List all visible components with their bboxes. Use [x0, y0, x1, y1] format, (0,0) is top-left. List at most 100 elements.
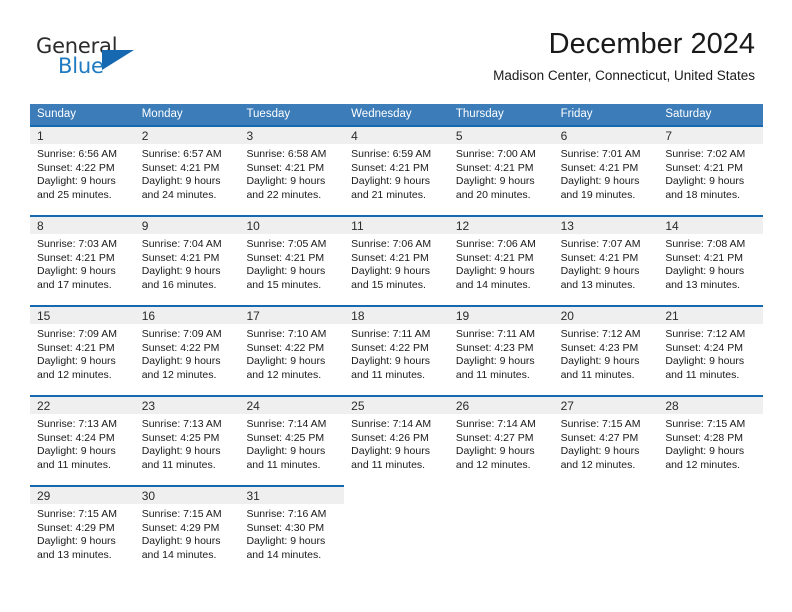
day-details: Sunrise: 6:59 AM Sunset: 4:21 PM Dayligh…: [344, 144, 449, 215]
daylight-text-line1: Daylight: 9 hours: [246, 355, 326, 367]
day-details: [658, 504, 763, 564]
day-details: Sunrise: 7:05 AM Sunset: 4:21 PM Dayligh…: [239, 234, 345, 305]
day-number-band: 30: [134, 485, 240, 504]
day-number-band: 25: [344, 395, 449, 414]
daylight-text-line1: Daylight: 9 hours: [37, 265, 116, 277]
day-details: Sunrise: 7:15 AM Sunset: 4:29 PM Dayligh…: [30, 504, 135, 564]
sunrise-text: Sunrise: 7:04 AM: [141, 238, 222, 250]
day-cell[interactable]: 6 Sunrise: 7:01 AM Sunset: 4:21 PM Dayli…: [553, 125, 659, 215]
day-details: Sunrise: 7:08 AM Sunset: 4:21 PM Dayligh…: [658, 234, 764, 305]
day-cell[interactable]: 9 Sunrise: 7:04 AM Sunset: 4:21 PM Dayli…: [134, 215, 240, 305]
daylight-text-line2: and 13 minutes.: [560, 278, 636, 291]
day-cell[interactable]: 14 Sunrise: 7:08 AM Sunset: 4:21 PM Dayl…: [658, 215, 764, 305]
day-cell[interactable]: 16 Sunrise: 7:09 AM Sunset: 4:22 PM Dayl…: [134, 305, 240, 395]
day-cell[interactable]: 29 Sunrise: 7:15 AM Sunset: 4:29 PM Dayl…: [30, 485, 135, 564]
day-number-band: 18: [344, 305, 449, 324]
sunrise-text: Sunrise: 7:09 AM: [37, 328, 117, 340]
weekday-header-row: Sunday Monday Tuesday Wednesday Thursday…: [30, 104, 763, 125]
daylight-text-line1: Daylight: 9 hours: [560, 265, 640, 277]
day-number-band: 12: [448, 215, 554, 234]
day-number-band: 21: [658, 305, 764, 324]
day-cell[interactable]: 7 Sunrise: 7:02 AM Sunset: 4:21 PM Dayli…: [658, 125, 764, 215]
day-cell[interactable]: 30 Sunrise: 7:15 AM Sunset: 4:29 PM Dayl…: [134, 485, 240, 564]
day-cell[interactable]: 25 Sunrise: 7:14 AM Sunset: 4:26 PM Dayl…: [344, 395, 449, 485]
day-cell-empty: [554, 485, 659, 564]
weekday-header-sunday: Sunday: [37, 108, 77, 120]
daylight-text-line1: Daylight: 9 hours: [560, 175, 640, 187]
sunset-text: Sunset: 4:24 PM: [665, 341, 743, 354]
day-details: Sunrise: 7:16 AM Sunset: 4:30 PM Dayligh…: [239, 504, 345, 564]
daylight-text-line1: Daylight: 9 hours: [246, 265, 326, 277]
day-cell[interactable]: 4 Sunrise: 6:59 AM Sunset: 4:21 PM Dayli…: [344, 125, 449, 215]
daylight-text-line1: Daylight: 9 hours: [37, 445, 116, 457]
sunset-text: Sunset: 4:21 PM: [351, 251, 429, 264]
daylight-text-line2: and 24 minutes.: [141, 188, 217, 201]
day-details: Sunrise: 7:15 AM Sunset: 4:27 PM Dayligh…: [553, 414, 659, 485]
location-subtitle: Madison Center, Connecticut, United Stat…: [493, 68, 755, 84]
daylight-text-line2: and 12 minutes.: [246, 368, 322, 381]
day-cell[interactable]: 28 Sunrise: 7:15 AM Sunset: 4:28 PM Dayl…: [658, 395, 764, 485]
daylight-text-line2: and 16 minutes.: [141, 278, 217, 291]
day-cell[interactable]: 1 Sunrise: 6:56 AM Sunset: 4:22 PM Dayli…: [30, 125, 135, 215]
sunrise-text: Sunrise: 7:16 AM: [246, 508, 327, 520]
day-cell-empty: [344, 485, 449, 564]
day-cell[interactable]: 5 Sunrise: 7:00 AM Sunset: 4:21 PM Dayli…: [448, 125, 554, 215]
day-cell[interactable]: 13 Sunrise: 7:07 AM Sunset: 4:21 PM Dayl…: [553, 215, 659, 305]
day-cell[interactable]: 31 Sunrise: 7:16 AM Sunset: 4:30 PM Dayl…: [239, 485, 345, 564]
sunset-text: Sunset: 4:21 PM: [665, 161, 743, 174]
page-title: December 2024: [548, 28, 755, 60]
day-cell[interactable]: 22 Sunrise: 7:13 AM Sunset: 4:24 PM Dayl…: [30, 395, 135, 485]
day-number-band: 5: [448, 125, 554, 144]
day-cell[interactable]: 20 Sunrise: 7:12 AM Sunset: 4:23 PM Dayl…: [553, 305, 659, 395]
daylight-text-line1: Daylight: 9 hours: [351, 265, 430, 277]
day-cell[interactable]: 21 Sunrise: 7:12 AM Sunset: 4:24 PM Dayl…: [658, 305, 764, 395]
daylight-text-line1: Daylight: 9 hours: [37, 355, 116, 367]
sunrise-text: Sunrise: 7:15 AM: [37, 508, 117, 520]
day-cell[interactable]: 15 Sunrise: 7:09 AM Sunset: 4:21 PM Dayl…: [30, 305, 135, 395]
day-cell[interactable]: 8 Sunrise: 7:03 AM Sunset: 4:21 PM Dayli…: [30, 215, 135, 305]
day-details: Sunrise: 7:07 AM Sunset: 4:21 PM Dayligh…: [553, 234, 659, 305]
day-number-band: 13: [553, 215, 659, 234]
general-blue-logo[interactable]: General Blue: [36, 36, 146, 82]
sunrise-text: Sunrise: 7:07 AM: [560, 238, 641, 250]
day-details: Sunrise: 7:14 AM Sunset: 4:26 PM Dayligh…: [344, 414, 449, 485]
daylight-text-line2: and 14 minutes.: [246, 548, 322, 561]
day-number-band: 4: [344, 125, 449, 144]
calendar-page: General Blue December 2024 Madison Cente…: [0, 0, 792, 612]
day-cell[interactable]: 23 Sunrise: 7:13 AM Sunset: 4:25 PM Dayl…: [134, 395, 240, 485]
sunset-text: Sunset: 4:22 PM: [141, 341, 220, 354]
day-details: Sunrise: 7:09 AM Sunset: 4:21 PM Dayligh…: [30, 324, 135, 395]
day-cell[interactable]: 2 Sunrise: 6:57 AM Sunset: 4:21 PM Dayli…: [134, 125, 240, 215]
day-cell[interactable]: 27 Sunrise: 7:15 AM Sunset: 4:27 PM Dayl…: [553, 395, 659, 485]
day-cell[interactable]: 12 Sunrise: 7:06 AM Sunset: 4:21 PM Dayl…: [448, 215, 554, 305]
daylight-text-line1: Daylight: 9 hours: [37, 535, 116, 547]
day-details: Sunrise: 7:04 AM Sunset: 4:21 PM Dayligh…: [134, 234, 240, 305]
day-cell[interactable]: 19 Sunrise: 7:11 AM Sunset: 4:23 PM Dayl…: [448, 305, 554, 395]
day-number-band: 31: [239, 485, 345, 504]
sunrise-text: Sunrise: 7:06 AM: [455, 238, 536, 250]
daylight-text-line2: and 12 minutes.: [455, 458, 531, 471]
day-details: Sunrise: 7:15 AM Sunset: 4:29 PM Dayligh…: [134, 504, 240, 564]
day-cell[interactable]: 10 Sunrise: 7:05 AM Sunset: 4:21 PM Dayl…: [239, 215, 345, 305]
daylight-text-line2: and 20 minutes.: [455, 188, 531, 201]
day-cell[interactable]: 17 Sunrise: 7:10 AM Sunset: 4:22 PM Dayl…: [239, 305, 345, 395]
day-cell[interactable]: 24 Sunrise: 7:14 AM Sunset: 4:25 PM Dayl…: [239, 395, 345, 485]
day-cell[interactable]: 3 Sunrise: 6:58 AM Sunset: 4:21 PM Dayli…: [239, 125, 345, 215]
weekday-header-saturday: Saturday: [665, 108, 712, 120]
sunset-text: Sunset: 4:23 PM: [455, 341, 534, 354]
day-details: [554, 504, 659, 564]
sunrise-text: Sunrise: 7:15 AM: [141, 508, 222, 520]
day-cell[interactable]: 26 Sunrise: 7:14 AM Sunset: 4:27 PM Dayl…: [448, 395, 554, 485]
day-cell[interactable]: 11 Sunrise: 7:06 AM Sunset: 4:21 PM Dayl…: [344, 215, 449, 305]
sunrise-text: Sunrise: 7:14 AM: [351, 418, 432, 430]
sunrise-text: Sunrise: 7:10 AM: [246, 328, 327, 340]
daylight-text-line2: and 11 minutes.: [37, 458, 111, 471]
sunrise-text: Sunrise: 7:03 AM: [37, 238, 117, 250]
day-details: Sunrise: 7:14 AM Sunset: 4:25 PM Dayligh…: [239, 414, 345, 485]
sunset-text: Sunset: 4:22 PM: [37, 161, 115, 174]
day-cell[interactable]: 18 Sunrise: 7:11 AM Sunset: 4:22 PM Dayl…: [344, 305, 449, 395]
sunrise-text: Sunrise: 6:58 AM: [246, 148, 327, 160]
day-number-band: 23: [134, 395, 240, 414]
daylight-text-line2: and 21 minutes.: [351, 188, 426, 201]
daylight-text-line2: and 14 minutes.: [455, 278, 531, 291]
